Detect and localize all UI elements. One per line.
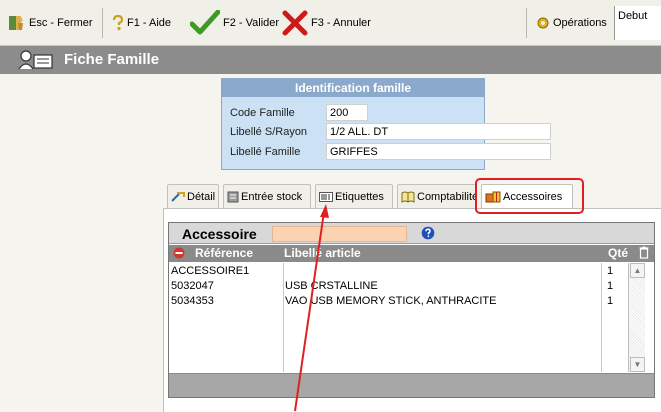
annotation-arrow-icon <box>294 204 329 412</box>
